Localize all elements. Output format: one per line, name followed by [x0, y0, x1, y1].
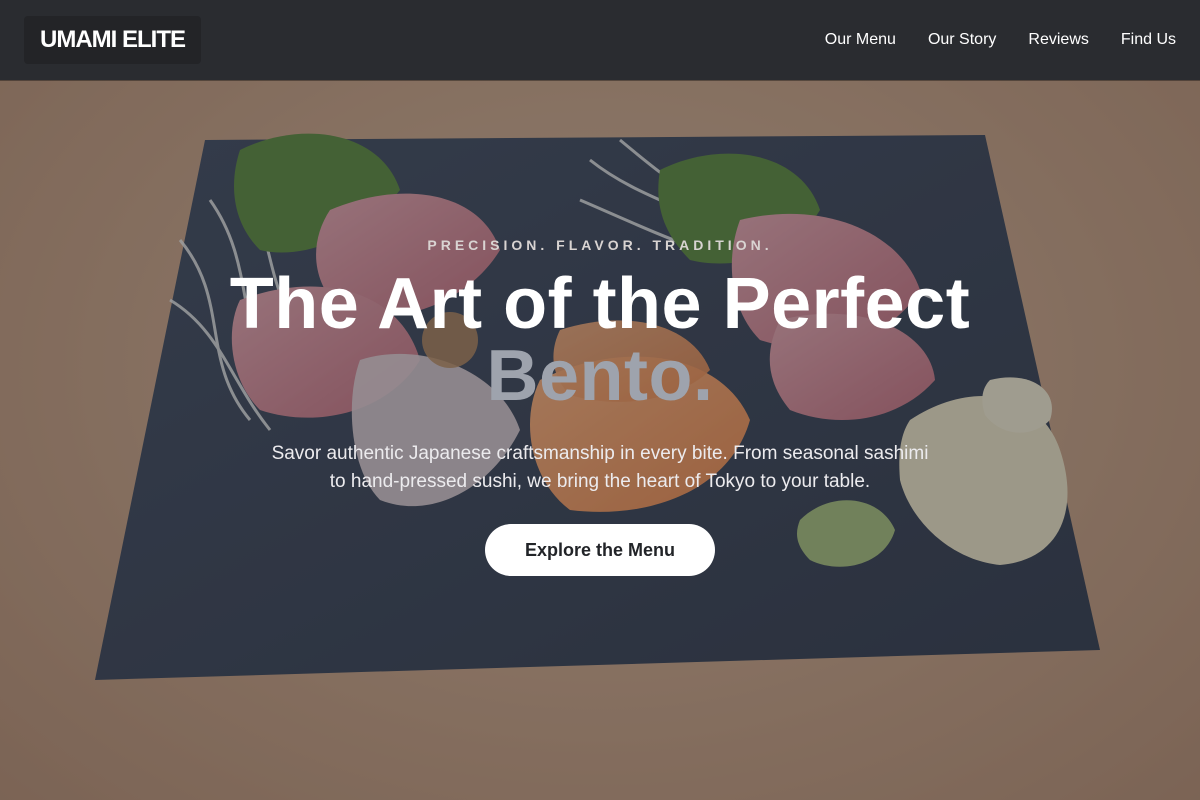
brand-logo[interactable]: UMAMI ELITE — [24, 16, 201, 64]
hero-title-accent: Bento. — [486, 336, 714, 416]
hero-section: PRECISION. FLAVOR. TRADITION. The Art of… — [0, 80, 1200, 800]
hero-title-main: The Art of the Perfect — [229, 264, 971, 344]
hero-eyebrow: PRECISION. FLAVOR. TRADITION. — [427, 237, 773, 253]
nav-link-find-us[interactable]: Find Us — [1121, 31, 1176, 49]
page: UMAMI ELITE Our Menu Our Story Reviews F… — [0, 0, 1200, 800]
hero-title: The Art of the Perfect Bento. — [0, 268, 1200, 412]
explore-menu-button[interactable]: Explore the Menu — [485, 524, 715, 576]
nav-link-our-menu[interactable]: Our Menu — [825, 31, 896, 49]
site-header: UMAMI ELITE Our Menu Our Story Reviews F… — [0, 0, 1200, 80]
nav-link-reviews[interactable]: Reviews — [1028, 31, 1088, 49]
hero-description: Savor authentic Japanese craftsmanship i… — [271, 443, 929, 492]
main-nav: Our Menu Our Story Reviews Find Us — [825, 0, 1176, 80]
nav-link-our-story[interactable]: Our Story — [928, 31, 996, 49]
